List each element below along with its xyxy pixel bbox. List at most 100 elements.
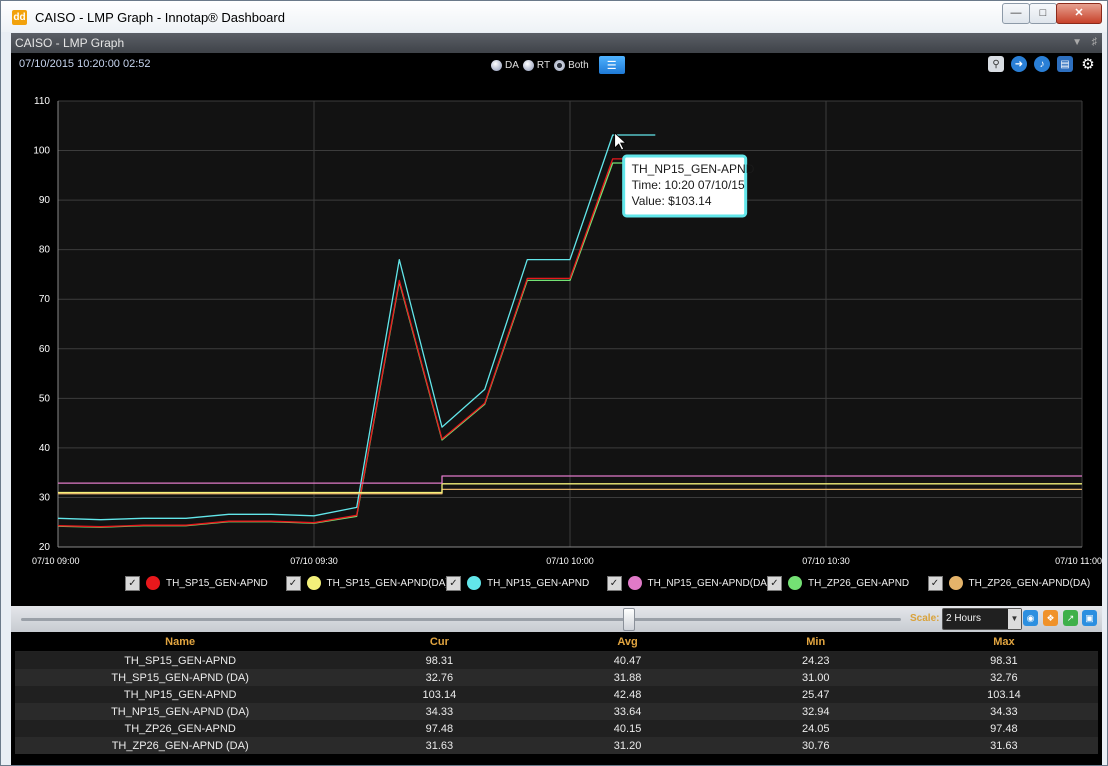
y-tick-label: 30 [39, 492, 51, 503]
legend-item[interactable]: ✓ TH_SP15_GEN-APND [125, 574, 268, 592]
legend-label: TH_SP15_GEN-APND [166, 577, 268, 589]
mode-radio-rt[interactable]: RT [522, 59, 551, 71]
mode-label-both: Both [568, 59, 589, 71]
cell-cur: 32.76 [345, 669, 534, 686]
checkbox-icon[interactable]: ✓ [446, 575, 461, 591]
legend-item[interactable]: ✓ TH_ZP26_GEN-APND [767, 574, 909, 592]
cell-max: 103.14 [909, 686, 1098, 703]
legend-label: TH_ZP26_GEN-APND [808, 577, 910, 589]
scale-select[interactable]: 2 Hours ▼ [942, 608, 1022, 630]
cell-name: TH_NP15_GEN-APND [15, 686, 346, 703]
grid-icon[interactable]: ❖ [1043, 610, 1058, 626]
table-row[interactable]: TH_ZP26_GEN-APND 97.48 40.15 24.05 97.48 [15, 720, 1098, 737]
legend-swatch [306, 576, 321, 590]
time-slider-track[interactable] [21, 618, 901, 621]
view-icon[interactable]: ◉ [1023, 610, 1038, 626]
cell-min: 25.47 [721, 686, 910, 703]
legend-swatch [146, 576, 160, 590]
list-view-button[interactable]: ☰ [598, 56, 625, 74]
app-window: dd CAISO - LMP Graph - Innotap® Dashboar… [0, 0, 1108, 766]
pin-icon[interactable]: ♯ [1092, 36, 1098, 48]
cell-avg: 31.20 [533, 737, 722, 754]
x-tick-label: 07/10 09:00 [32, 556, 80, 566]
y-tick-label: 100 [33, 146, 50, 157]
panel-title: CAISO - LMP Graph [15, 36, 125, 50]
header-cur[interactable]: Cur [345, 633, 534, 652]
window-icon[interactable]: ▣ [1082, 610, 1097, 626]
y-tick-label: 60 [39, 344, 51, 355]
legend-item[interactable]: ✓ TH_SP15_GEN-APND(DA) [285, 574, 449, 592]
checkbox-icon[interactable]: ✓ [927, 575, 943, 591]
mode-radio-da[interactable]: DA [491, 59, 519, 71]
cell-name: TH_SP15_GEN-APND (DA) [15, 669, 346, 686]
table-row[interactable]: TH_SP15_GEN-APND 98.31 40.47 24.23 98.31 [15, 651, 1098, 669]
lmp-chart: 20 30 40 50 60 70 80 90 100 110 07/10 09:00 07/10 0… [32, 96, 1102, 566]
cell-min: 32.94 [721, 703, 910, 720]
legend-item[interactable]: ✓ TH_ZP26_GEN-APND(DA) [927, 574, 1091, 592]
window-titlebar[interactable]: dd CAISO - LMP Graph - Innotap® Dashboar… [1, 1, 1107, 32]
header-min[interactable]: Min [721, 633, 910, 652]
cell-avg: 42.48 [533, 686, 722, 703]
legend-swatch [948, 576, 963, 590]
mode-radio-both[interactable]: Both [554, 59, 589, 71]
cell-name: TH_NP15_GEN-APND (DA) [15, 703, 346, 720]
zoom-icon[interactable]: ⚲ [988, 56, 1004, 72]
mode-toggle: DA RT Both ☰ [491, 55, 625, 75]
radio-dot-da[interactable] [491, 59, 502, 71]
mode-label-da: DA [505, 59, 519, 71]
tool-icons: ⚲ ➜ ♪ ▤ ⚙ [981, 56, 1096, 73]
trend-icon[interactable]: ↗ [1063, 610, 1078, 626]
radio-dot-rt[interactable] [522, 59, 534, 71]
cell-min: 24.23 [721, 651, 910, 669]
settings-icon[interactable]: ⚙ [1080, 56, 1096, 73]
y-tick-label: 50 [39, 393, 51, 404]
app-logo-icon: dd [12, 10, 27, 25]
cell-min: 24.05 [721, 720, 910, 737]
legend-label: TH_ZP26_GEN-APND(DA) [968, 577, 1091, 589]
mode-label-rt: RT [536, 59, 551, 71]
time-slider-thumb[interactable] [623, 608, 636, 631]
cell-avg: 33.64 [533, 703, 722, 720]
panel-menu-arrow-icon[interactable]: ▼ [1072, 37, 1082, 48]
header-name[interactable]: Name [15, 633, 346, 652]
cell-cur: 97.48 [345, 720, 534, 737]
cell-cur: 31.63 [345, 737, 534, 754]
radio-dot-both[interactable] [554, 59, 566, 71]
checkbox-icon[interactable]: ✓ [125, 575, 140, 591]
checkbox-icon[interactable]: ✓ [285, 575, 301, 591]
minimize-button[interactable]: — [1002, 3, 1030, 24]
table-row[interactable]: TH_NP15_GEN-APND (DA) 34.33 33.64 32.94 … [15, 703, 1098, 720]
maximize-button[interactable]: □ [1029, 3, 1057, 24]
forward-icon[interactable]: ➜ [1011, 56, 1027, 72]
y-tick-label: 40 [39, 443, 51, 454]
legend-item[interactable]: ✓ TH_NP15_GEN-APND [446, 574, 589, 592]
table-row[interactable]: TH_NP15_GEN-APND 103.14 42.48 25.47 103.… [15, 686, 1098, 703]
graph-panel: 20 30 40 50 60 70 80 90 100 110 07/10 09:00 07/10 0… [11, 53, 1102, 765]
header-avg[interactable]: Avg [533, 633, 722, 652]
legend-swatch [788, 576, 802, 590]
close-button[interactable]: ✕ [1056, 3, 1102, 24]
window-title: CAISO - LMP Graph - Innotap® Dashboard [35, 10, 285, 25]
table-header-row: Name Cur Avg Min Max [15, 633, 1098, 652]
header-max[interactable]: Max [909, 633, 1098, 652]
checkbox-icon[interactable]: ✓ [767, 575, 782, 591]
cell-min: 31.00 [721, 669, 910, 686]
cell-max: 32.76 [909, 669, 1098, 686]
legend-item[interactable]: ✓ TH_NP15_GEN-APND(DA) [606, 574, 771, 592]
legend-label: TH_NP15_GEN-APND(DA) [647, 577, 771, 589]
cell-avg: 31.88 [533, 669, 722, 686]
tooltip-value: Value: $103.14 [632, 194, 712, 208]
y-tick-label: 110 [34, 96, 50, 107]
save-icon[interactable]: ▤ [1057, 56, 1073, 72]
table-row[interactable]: TH_SP15_GEN-APND (DA) 32.76 31.88 31.00 … [15, 669, 1098, 686]
current-timestamp: 07/10/2015 10:20:00 02:52 [19, 58, 151, 70]
time-slider-bar: Scale: 2 Hours ▼ ◉ ❖ ↗ ▣ [11, 606, 1102, 632]
y-tick-label: 90 [39, 195, 51, 206]
cell-max: 34.33 [909, 703, 1098, 720]
chevron-down-icon[interactable]: ▼ [1008, 609, 1021, 629]
legend-label: TH_NP15_GEN-APND [487, 577, 590, 589]
tooltip-series: TH_NP15_GEN-APND [632, 162, 755, 176]
checkbox-icon[interactable]: ✓ [606, 575, 622, 591]
sound-icon[interactable]: ♪ [1034, 56, 1050, 72]
table-row[interactable]: TH_ZP26_GEN-APND (DA) 31.63 31.20 30.76 … [15, 737, 1098, 754]
